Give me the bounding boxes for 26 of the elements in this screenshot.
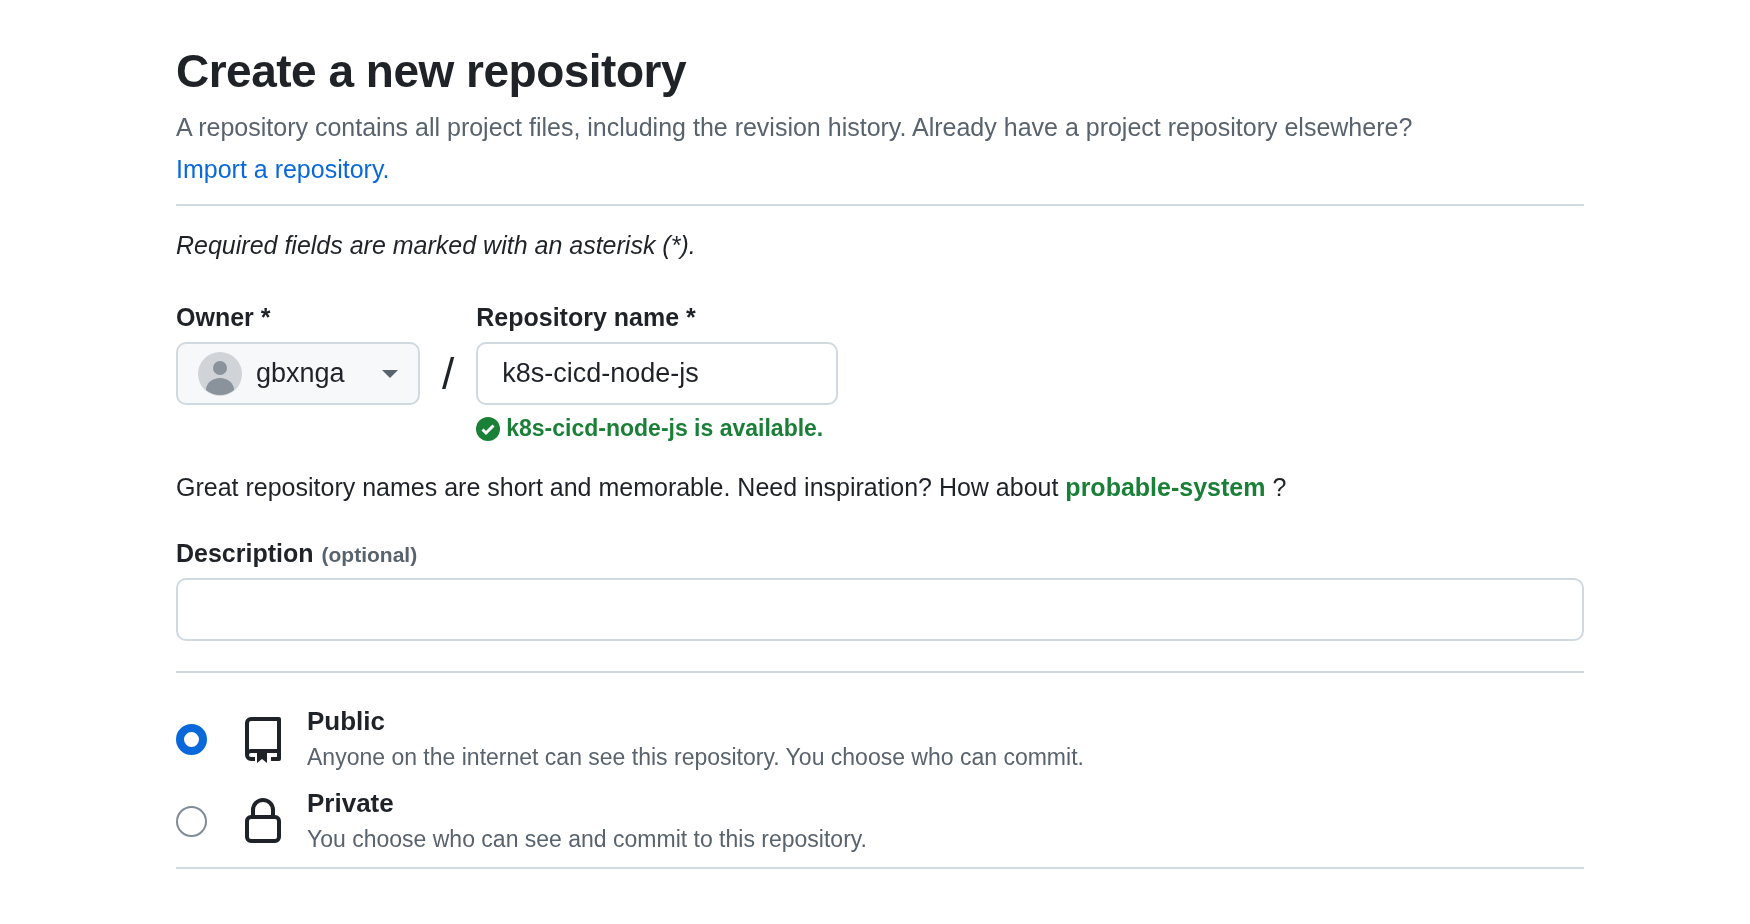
visibility-radio[interactable] xyxy=(176,805,207,837)
owner-label: Owner * xyxy=(176,302,272,333)
availability-message: k8s-cicd-node-js is available. xyxy=(506,415,824,442)
suggested-name-link[interactable]: probable-system xyxy=(1065,473,1266,501)
repository-name-field[interactable]: k8s-cicd-node-js xyxy=(476,342,839,405)
owner-dropdown[interactable]: gbxnga xyxy=(176,342,420,405)
import-link[interactable]: Import a repository. xyxy=(176,155,390,183)
name-suggestion-text: Great repository names are short and memorable. Need inspiration? How about probable-system ? xyxy=(176,472,1288,503)
owner-separator: / xyxy=(442,348,455,400)
visibility-radio[interactable] xyxy=(176,723,207,755)
visibility-title: Private xyxy=(307,787,395,820)
lock-icon xyxy=(243,797,283,845)
visibility-title: Public xyxy=(307,705,386,738)
required-note: Required fields are marked with an asterisk (*). xyxy=(176,230,697,261)
visibility-description: Anyone on the internet can see this repository. You choose who can commit. xyxy=(307,743,1084,772)
check-circle-icon xyxy=(476,416,501,441)
description-field[interactable] xyxy=(176,578,1584,641)
page-title: Create a new repository xyxy=(176,44,688,99)
intro-text: A repository contains all project files, including the revision history. Already have a project repository elsewhere? Import a repository. xyxy=(176,112,1414,185)
caret-icon xyxy=(382,368,398,379)
optional-hint: (optional) xyxy=(321,543,418,567)
visibility-description: You choose who can see and commit to this repository. xyxy=(307,825,867,854)
description-label: Description xyxy=(176,538,314,569)
repository-name-label: Repository name * xyxy=(476,302,697,333)
avatar-icon xyxy=(198,351,242,396)
book-icon xyxy=(243,715,283,763)
